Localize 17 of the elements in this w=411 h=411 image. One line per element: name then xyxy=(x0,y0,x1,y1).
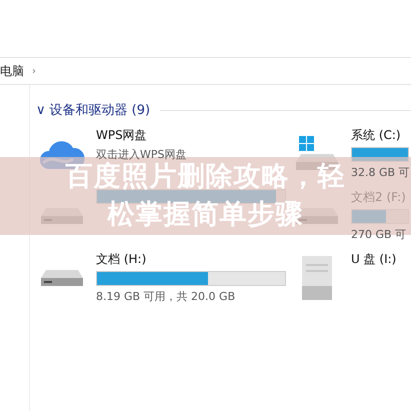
drive-detail: 8.19 GB 可用，共 20.0 GB xyxy=(96,289,236,304)
section-title: 设备和驱动器 (9) xyxy=(50,102,150,119)
drive-detail: 双击进入WPS网盘 xyxy=(96,147,186,162)
hard-drive-icon xyxy=(40,268,84,288)
drive-name: U 盘 (I:) xyxy=(351,251,396,268)
address-bar[interactable]: 电脑 › xyxy=(0,58,411,85)
drive-tower-icon xyxy=(300,256,334,300)
drive-detail: 32.8 GB 可 xyxy=(351,165,410,180)
drive-detail: 270 GB 可 xyxy=(351,227,408,242)
collapse-chevron[interactable]: ∨ xyxy=(36,102,46,118)
path-separator[interactable]: › xyxy=(32,66,36,76)
drive-name: 系统 (C:) xyxy=(351,127,402,144)
path-segment[interactable]: 电脑 xyxy=(0,62,24,80)
drive-name: 文档 (H:) xyxy=(96,251,148,268)
drive-name: 文档2 (F:) xyxy=(351,189,407,206)
drive-name: WPS网盘 xyxy=(96,127,148,144)
banner-title: 松掌握简单步骤 xyxy=(108,198,304,232)
